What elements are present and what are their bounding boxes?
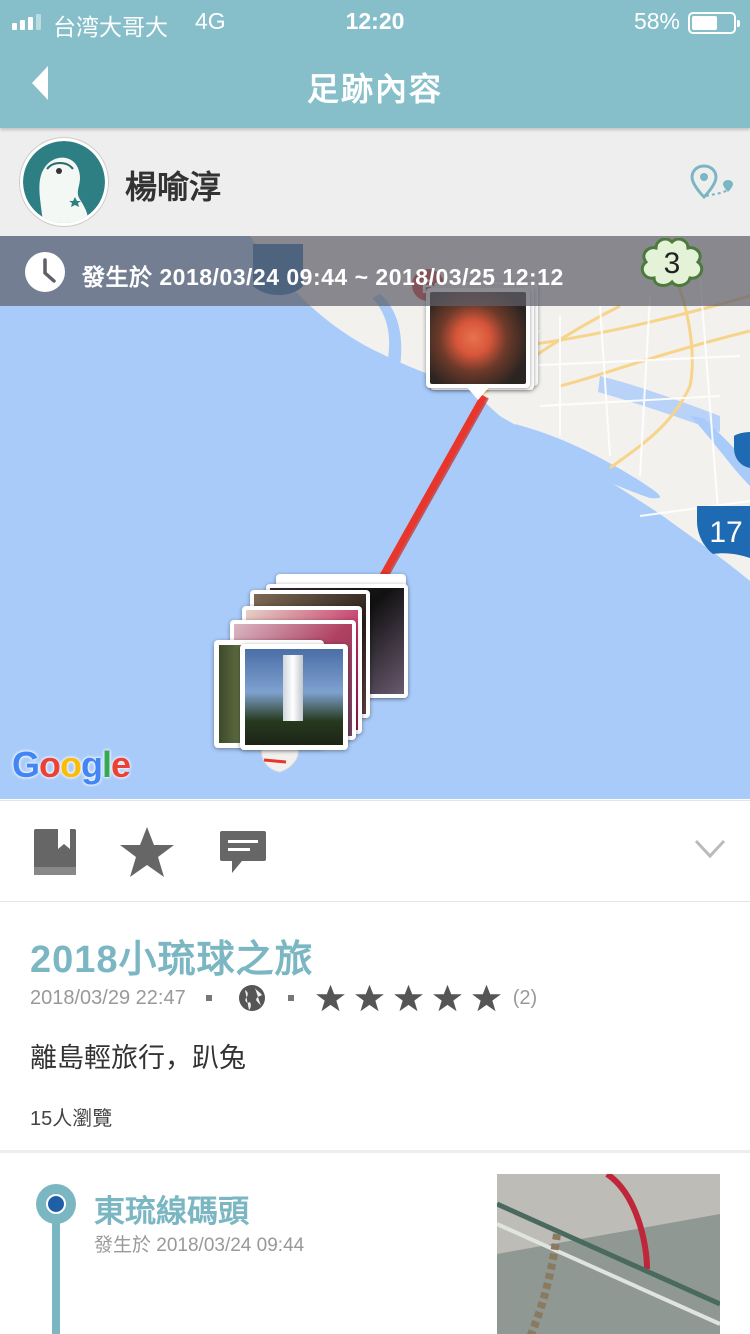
post-description: 離島輕旅行，趴兔 <box>30 1043 246 1073</box>
battery-icon <box>688 12 740 34</box>
star-icon[interactable] <box>116 825 178 879</box>
rating-star-icon[interactable] <box>353 983 386 1013</box>
separator-dot <box>287 995 294 1001</box>
view-count: 15人瀏覽 <box>30 1108 113 1130</box>
rating-star-icon[interactable] <box>314 983 347 1013</box>
timeline-node-icon <box>36 1184 76 1224</box>
status-bar: 台湾大哥大 4G 12:20 58% <box>0 6 750 40</box>
timeline-item-title[interactable]: 東琉線碼頭 <box>94 1186 249 1231</box>
timeline-item-photo[interactable] <box>497 1174 720 1334</box>
google-logo: Google <box>12 744 131 785</box>
post-date: 2018/03/29 22:47 <box>30 986 186 1009</box>
bookmark-book-icon[interactable] <box>32 827 78 877</box>
rating-star-icon[interactable] <box>392 983 425 1013</box>
highway-17-label: 17 <box>709 516 742 549</box>
bridge-photo <box>497 1174 720 1334</box>
comment-icon[interactable] <box>218 829 268 875</box>
photo-marker-lighthouse[interactable] <box>240 644 348 750</box>
rating-stars[interactable] <box>314 983 503 1013</box>
user-name: 楊喻淳 <box>125 169 222 205</box>
chevron-down-icon[interactable] <box>694 839 726 859</box>
avatar-bird-icon <box>23 141 105 223</box>
cluster-badge[interactable]: 3 <box>638 238 706 288</box>
trip-map[interactable]: 17 E 發生於 2018/03/24 09:44 ~ 2018/03/25 1… <box>0 236 750 799</box>
divider <box>0 1150 750 1153</box>
post-title: 2018小琉球之旅 <box>30 939 314 981</box>
location-pin-icon[interactable] <box>690 164 736 200</box>
battery-percent: 58% <box>633 8 680 34</box>
rating-star-icon[interactable] <box>431 983 464 1013</box>
rating-star-icon[interactable] <box>470 983 503 1013</box>
marker-pointer-icon <box>466 386 490 400</box>
avatar[interactable] <box>20 138 108 226</box>
post-meta: 2018/03/29 22:47 (2) <box>30 983 537 1013</box>
action-row <box>0 800 750 902</box>
top-bar: 台湾大哥大 4G 12:20 58% 足跡內容 <box>0 0 750 128</box>
timeline-item-time: 發生於 2018/03/24 09:44 <box>94 1235 305 1256</box>
cluster-count: 3 <box>663 247 681 280</box>
time-range-text: 發生於 2018/03/24 09:44 ~ 2018/03/25 12:12 <box>82 264 564 290</box>
globe-icon <box>238 985 265 1011</box>
map-canvas: 17 E <box>250 236 750 773</box>
separator-dot <box>205 995 212 1001</box>
clock-icon <box>25 252 65 292</box>
page-title: 足跡內容 <box>306 71 443 107</box>
user-row: 楊喻淳 <box>0 128 750 236</box>
rating-count: (2) <box>512 986 538 1009</box>
